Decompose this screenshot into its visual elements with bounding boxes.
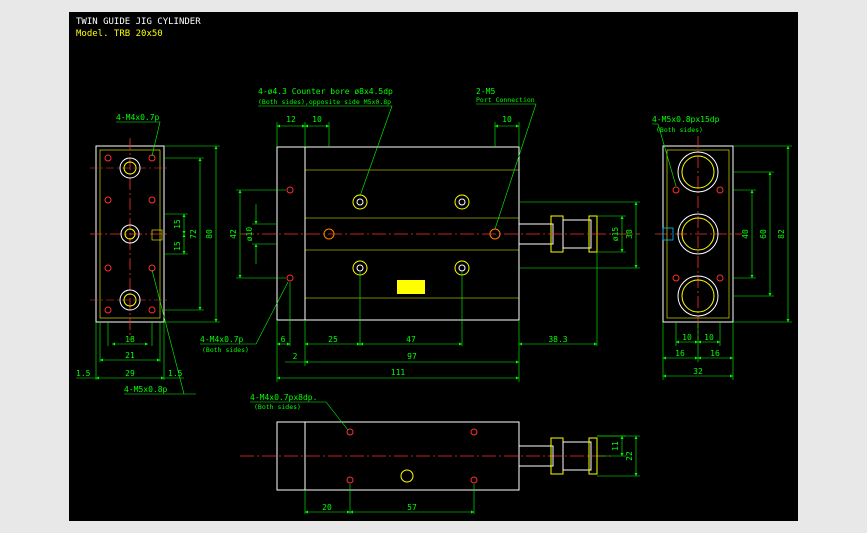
left-callout-m5: 4-M5x0.8p (124, 385, 168, 394)
dim-16-a: 16 (675, 349, 685, 358)
callout-bottom-m4-note: (Both sides) (254, 403, 301, 411)
dim-15-lower: 15 (173, 241, 182, 251)
dim-111: 111 (391, 368, 406, 377)
dim-11: 11 (611, 441, 620, 451)
callout-counterbore-note: (Both sides),opposite side M5x0.8p (258, 98, 391, 106)
callout-right-m5-note: (Both sides) (656, 126, 703, 134)
drawing-title: TWIN GUIDE JIG CYLINDER (76, 17, 201, 27)
dim-6: 6 (281, 335, 286, 344)
dim-30: 30 (625, 229, 634, 239)
dim-phi-10: ø10 (245, 227, 254, 242)
dim-32: 32 (693, 367, 703, 376)
dim-97: 97 (407, 352, 417, 361)
dim-10-left: 10 (312, 115, 322, 124)
bottom-view: 11 22 20 57 4-M4x0.7px8dp. (Both sides) (240, 393, 640, 514)
dim-phi-15: ø15 (611, 227, 620, 242)
callout-port-note: Port Connection (476, 96, 535, 104)
dim-10-right-a: 10 (682, 333, 692, 342)
front-end-plate (276, 146, 306, 321)
dim-40: 40 (741, 229, 750, 239)
left-callout-m4: 4-M4x0.7p (116, 113, 160, 122)
dim-22: 22 (625, 451, 634, 461)
dim-15-upper: 15 (173, 219, 182, 229)
dim-18: 18 (125, 335, 135, 344)
callout-counterbore: 4-ø4.3 Counter bore ø8x4.5dp (258, 87, 393, 96)
technical-drawing: TWIN GUIDE JIG CYLINDER Model. TRB 20x50… (76, 17, 792, 514)
callout-front-m4-note: (Both sides) (202, 346, 249, 354)
dim-80: 80 (205, 229, 214, 239)
callout-bottom-m4: 4-M4x0.7px8dp. (250, 393, 317, 402)
dim-47: 47 (406, 335, 416, 344)
dim-38-3: 38.3 (548, 335, 567, 344)
front-body (304, 146, 520, 321)
dim-1-5-right: 1.5 (168, 369, 183, 378)
front-view: 12 10 10 42 ø10 ø15 30 6 25 47 38.3 2 97… (200, 87, 640, 382)
dim-20: 20 (322, 503, 332, 512)
dim-10-right: 10 (502, 115, 512, 124)
counterbore-1 (352, 194, 368, 210)
dim-60: 60 (759, 229, 768, 239)
dim-12: 12 (286, 115, 296, 124)
dim-42: 42 (229, 229, 238, 239)
dim-10-right-b: 10 (704, 333, 714, 342)
dim-21: 21 (125, 351, 135, 360)
dim-29: 29 (125, 369, 135, 378)
nameplate (397, 280, 425, 294)
dim-16-b: 16 (710, 349, 720, 358)
dim-72: 72 (189, 229, 198, 239)
dim-82: 82 (777, 229, 786, 239)
dim-57: 57 (407, 503, 417, 512)
callout-port: 2-M5 (476, 87, 495, 96)
callout-front-m4: 4-M4x0.7p (200, 335, 244, 344)
dim-1-5-left: 1.5 (76, 369, 91, 378)
left-view: 15 15 72 80 18 21 29 1.5 1.5 4-M4x0.7p 4… (76, 113, 220, 395)
dim-25: 25 (328, 335, 338, 344)
drawing-model: Model. TRB 20x50 (76, 29, 163, 39)
right-view: 40 60 82 10 10 16 16 32 4-M5x0.8px15dp (… (652, 115, 792, 380)
callout-right-m5: 4-M5x0.8px15dp (652, 115, 720, 124)
dim-2: 2 (293, 352, 298, 361)
counterbore-2 (454, 194, 470, 210)
